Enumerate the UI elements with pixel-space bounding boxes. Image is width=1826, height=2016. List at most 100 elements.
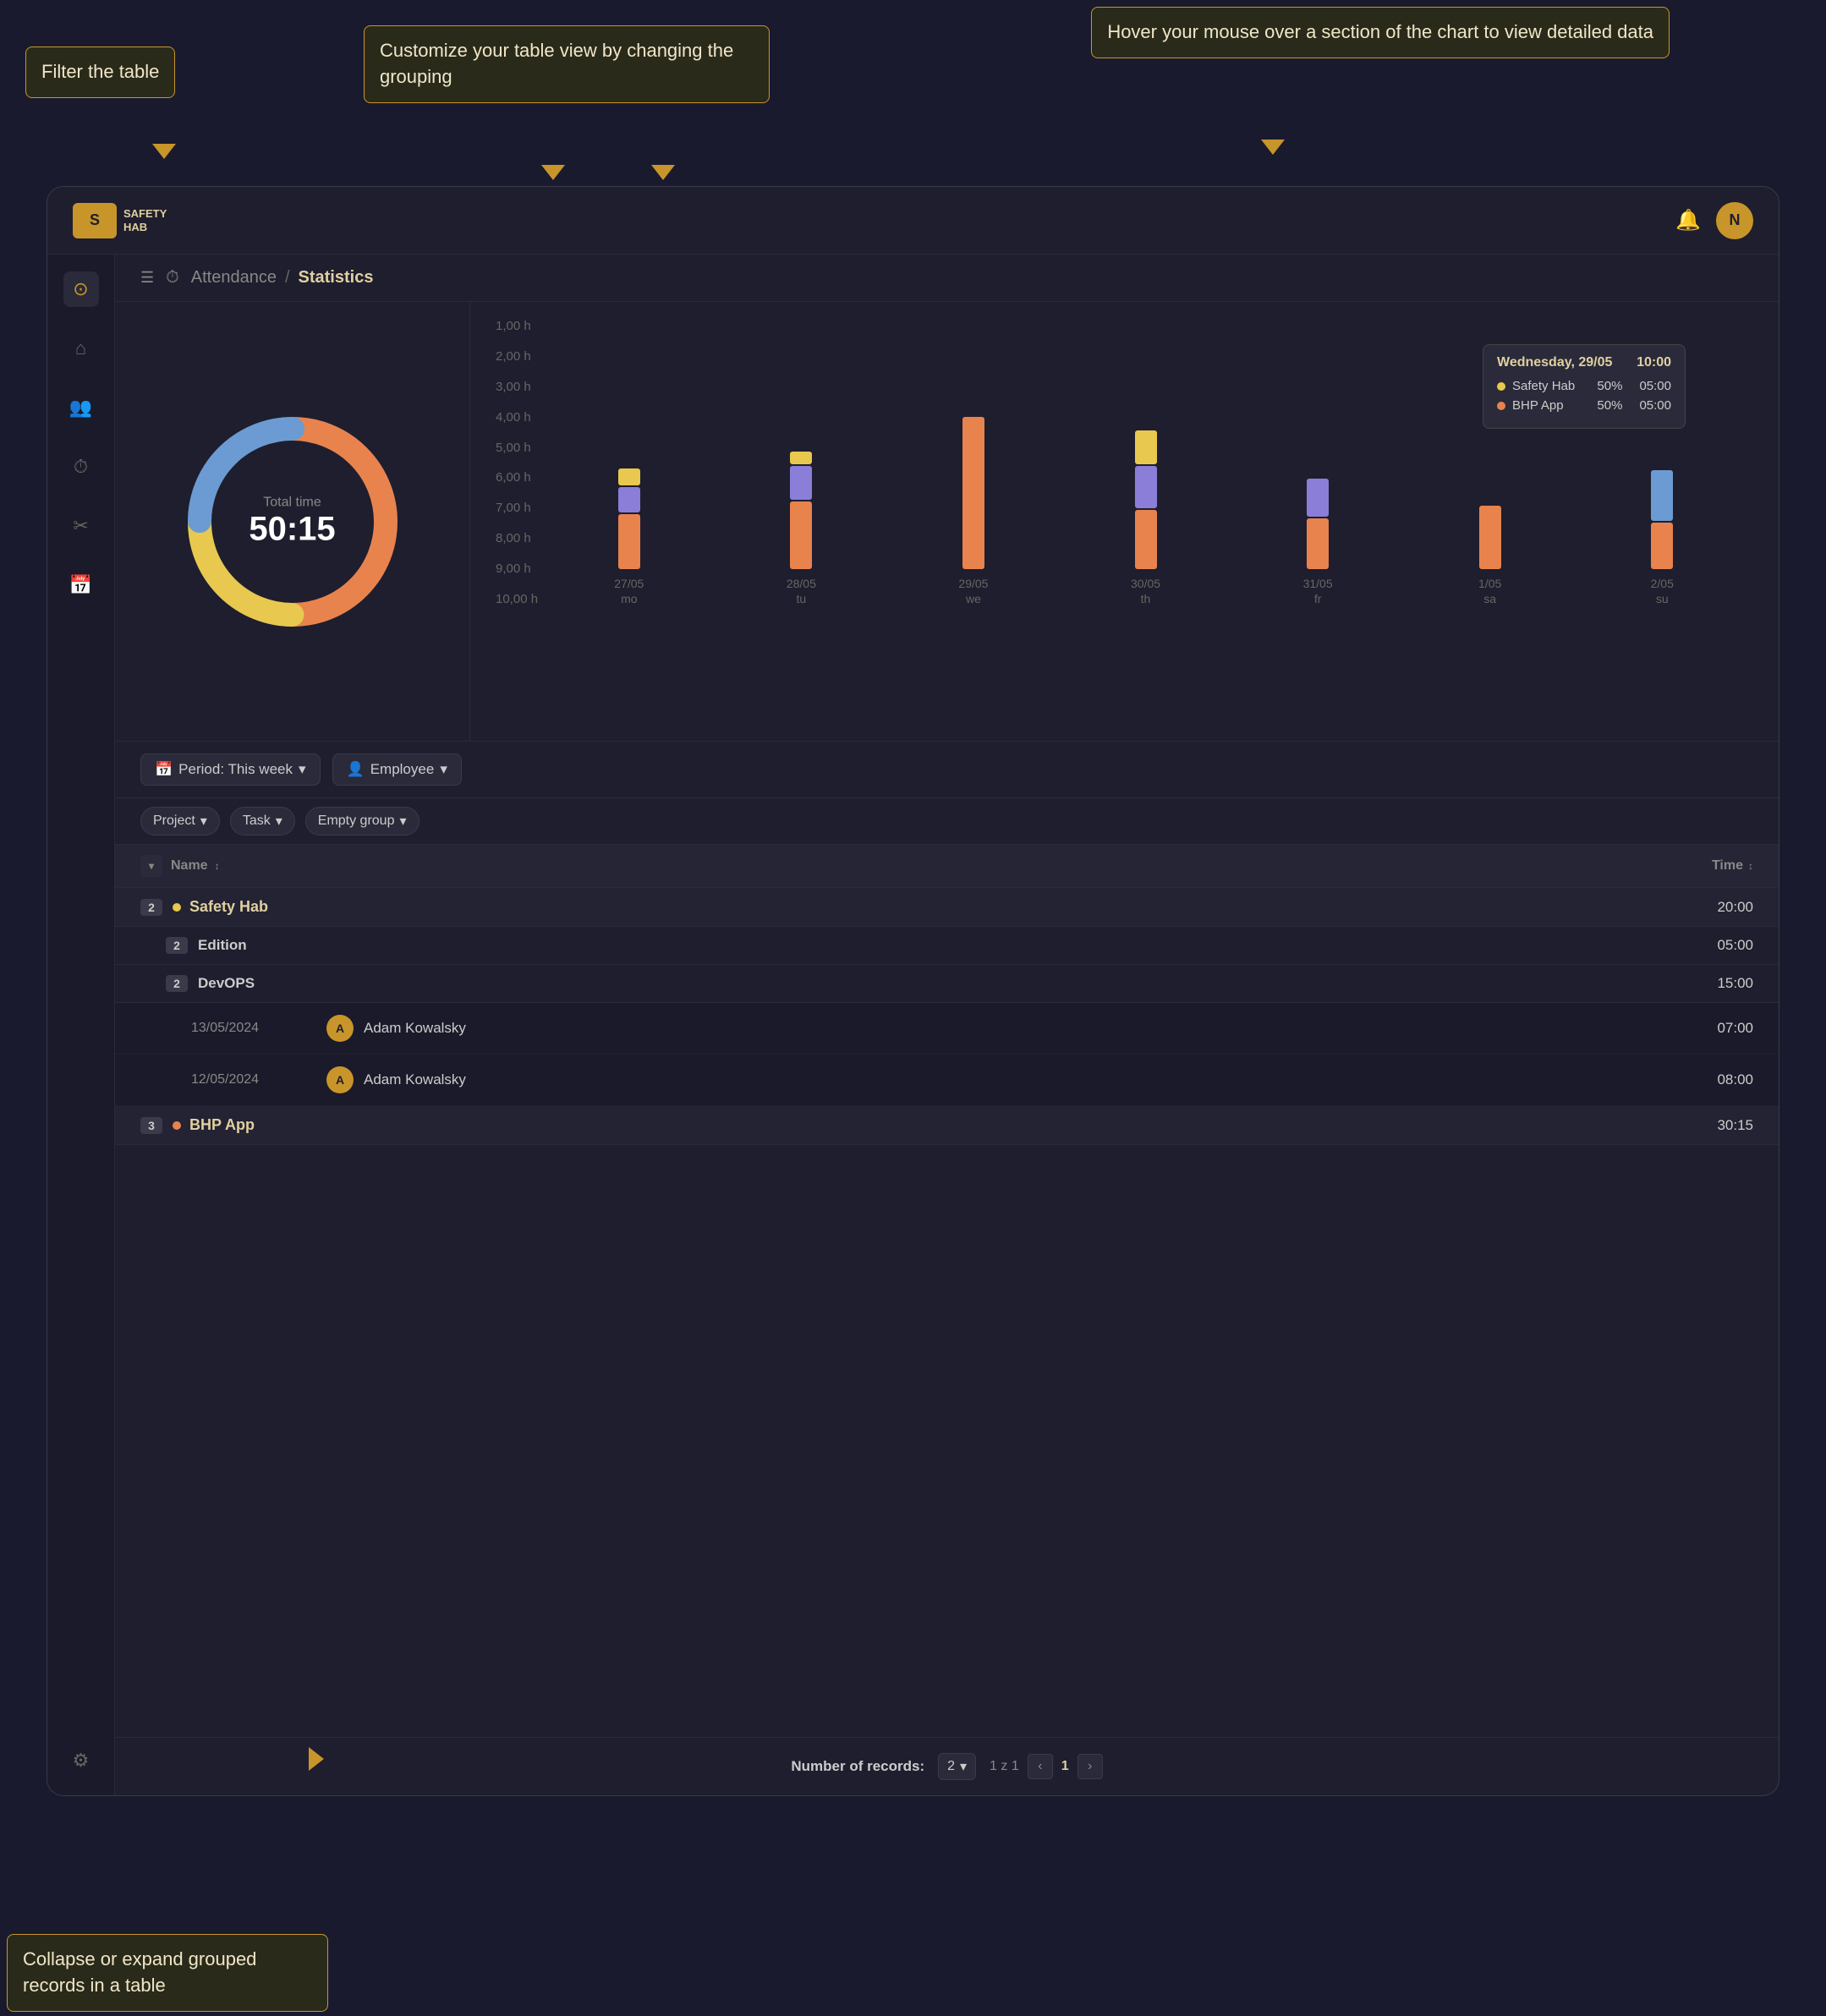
bar-seg-sun-1 (1651, 470, 1673, 521)
bar-seg-mon-2 (618, 487, 640, 512)
bar-label-sun: 2/05su (1651, 576, 1674, 606)
collapse-tooltip-text: Collapse or expand grouped records in a … (23, 1948, 256, 1996)
group-chip-empty[interactable]: Empty group ▾ (305, 807, 419, 835)
sidebar-item-tools[interactable]: ✂ (63, 508, 99, 544)
donut-value: 50:15 (249, 510, 335, 548)
subgroup-row-devops[interactable]: 2 DevOPS 15:00 (115, 965, 1779, 1003)
data-name-2: Adam Kowalsky (364, 1071, 1669, 1088)
data-avatar-1: A (326, 1015, 354, 1042)
table-row: 13/05/2024 A Adam Kowalsky 07:00 (115, 1003, 1779, 1055)
bar-seg-tue-2 (790, 466, 812, 500)
tooltip-date: Wednesday, 29/05 (1497, 355, 1612, 370)
sidebar-item-timer[interactable]: ⏱ (63, 449, 99, 485)
sidebar-item-settings[interactable]: ⚙ (63, 1743, 99, 1778)
chevron-down-icon: ▾ (299, 761, 306, 778)
logo-icon: S (73, 203, 117, 238)
chart-tooltip-text: Hover your mouse over a section of the c… (1107, 21, 1653, 42)
employee-filter[interactable]: 👤 Employee ▾ (332, 753, 462, 786)
filter-tooltip: Filter the table (25, 47, 175, 98)
tooltip-dot-1 (1497, 382, 1505, 391)
tooltip-time: 10:00 (1637, 355, 1671, 370)
user-avatar[interactable]: N (1716, 202, 1753, 239)
upper-section: Total time 50:15 10,00 h 9,00 h 8,00 h 7… (115, 302, 1779, 742)
records-value: 2 (947, 1759, 955, 1774)
logo-line2: HAB (123, 221, 167, 234)
group-chip-task[interactable]: Task ▾ (230, 807, 295, 835)
bar-stack-mon (546, 468, 712, 569)
avatar-letter-1: A (336, 1022, 344, 1035)
grouping-bar: Project ▾ Task ▾ Empty group ▾ (115, 798, 1779, 845)
breadcrumb: ☰ ⏱ Attendance / Statistics (115, 255, 1779, 302)
avatar-letter: N (1730, 211, 1741, 229)
sidebar-item-home[interactable]: ⌂ (63, 331, 99, 366)
subgroup-time-edition: 05:00 (1669, 937, 1753, 954)
chart-area: 10,00 h 9,00 h 8,00 h 7,00 h 6,00 h 5,00… (496, 319, 1753, 640)
prev-page-btn[interactable]: ‹ (1028, 1754, 1053, 1779)
subgroup-row-edition[interactable]: 2 Edition 05:00 (115, 927, 1779, 965)
bar-group-tue: 28/05tu (719, 452, 885, 606)
col-time-label: Time (1712, 858, 1743, 874)
collapse-tooltip-arrow (309, 1747, 324, 1771)
sidebar-item-team[interactable]: 👥 (63, 390, 99, 425)
sidebar-item-calendar[interactable]: 📅 (63, 567, 99, 603)
donut-label: Total time (249, 495, 335, 510)
subgroup-badge-devops: 2 (166, 975, 188, 992)
bell-icon[interactable]: 🔔 (1675, 208, 1701, 233)
bar-label-thu: 30/05th (1131, 576, 1160, 606)
group-time-1: 20:00 (1669, 899, 1753, 916)
sidebar-item-logo[interactable]: ⊙ (63, 271, 99, 307)
data-name-1: Adam Kowalsky (364, 1020, 1669, 1037)
y-label-7: 7,00 h (496, 501, 542, 515)
chevron-down-icon-6: ▾ (960, 1758, 967, 1775)
avatar-letter-2: A (336, 1073, 344, 1087)
data-time-2: 08:00 (1669, 1071, 1753, 1088)
records-per-page-select[interactable]: 2 ▾ (938, 1753, 976, 1780)
sort-icon-time[interactable]: ↕ (1748, 860, 1753, 872)
y-label-8: 8,00 h (496, 531, 542, 545)
y-label-10: 10,00 h (496, 592, 542, 606)
bar-seg-fri-2 (1307, 518, 1329, 569)
donut-section: Total time 50:15 (115, 302, 470, 741)
person-icon: 👤 (347, 761, 365, 778)
col-name-label: Name (171, 858, 208, 874)
chevron-down-icon-2: ▾ (440, 761, 447, 778)
controls-bar: 📅 Period: This week ▾ 👤 Employee ▾ (115, 742, 1779, 798)
next-page-btn[interactable]: › (1078, 1754, 1103, 1779)
subgroup-badge-edition: 2 (166, 937, 188, 954)
group-name-1: Safety Hab (189, 898, 1669, 916)
bar-seg-tue-3 (790, 501, 812, 569)
chevron-down-icon-4: ▾ (276, 813, 282, 830)
group-row-bhp-app[interactable]: 3 BHP App 30:15 (115, 1106, 1779, 1145)
data-avatar-2: A (326, 1066, 354, 1093)
chart-y-labels: 10,00 h 9,00 h 8,00 h 7,00 h 6,00 h 5,00… (496, 319, 542, 606)
bar-seg-wed-1 (962, 417, 984, 569)
bar-stack-sun (1579, 470, 1745, 569)
collapse-all-btn[interactable]: ▾ (140, 855, 162, 877)
app-window: S SAFETY HAB 🔔 N ⊙ ⌂ 👥 ⏱ ✂ 📅 ⚙ (47, 186, 1779, 1796)
page-navigation: 1 z 1 ‹ 1 › (990, 1754, 1103, 1779)
bar-stack-wed (891, 417, 1056, 569)
sort-icon-name[interactable]: ↕ (215, 860, 220, 872)
group-dot-2 (173, 1121, 181, 1130)
table-footer: Number of records: 2 ▾ 1 z 1 ‹ 1 › (115, 1737, 1779, 1795)
app-header: S SAFETY HAB 🔔 N (47, 187, 1779, 255)
tooltip-header: Wednesday, 29/05 10:00 (1497, 355, 1671, 370)
period-filter[interactable]: 📅 Period: This week ▾ (140, 753, 321, 786)
group-dot-1 (173, 903, 181, 912)
chart-section: 10,00 h 9,00 h 8,00 h 7,00 h 6,00 h 5,00… (470, 302, 1779, 741)
y-label-9: 9,00 h (496, 562, 542, 576)
donut-chart: Total time 50:15 (166, 395, 419, 649)
logo-line1: SAFETY (123, 207, 167, 221)
bar-seg-mon-1 (618, 468, 640, 485)
data-time-1: 07:00 (1669, 1020, 1753, 1037)
bar-seg-sun-2 (1651, 523, 1673, 569)
bar-label-tue: 28/05tu (787, 576, 816, 606)
group-chip-project[interactable]: Project ▾ (140, 807, 220, 835)
tooltip-pct-2: 50% (1597, 398, 1622, 413)
bar-stack-fri (1235, 479, 1401, 569)
group-row-safety-hab[interactable]: 2 Safety Hab 20:00 (115, 888, 1779, 927)
bar-group-wed[interactable]: 29/05we (891, 417, 1056, 606)
grouping-tooltip-arrow2 (651, 165, 675, 180)
calendar-icon: 📅 (155, 761, 173, 778)
breadcrumb-sep: / (285, 268, 290, 288)
